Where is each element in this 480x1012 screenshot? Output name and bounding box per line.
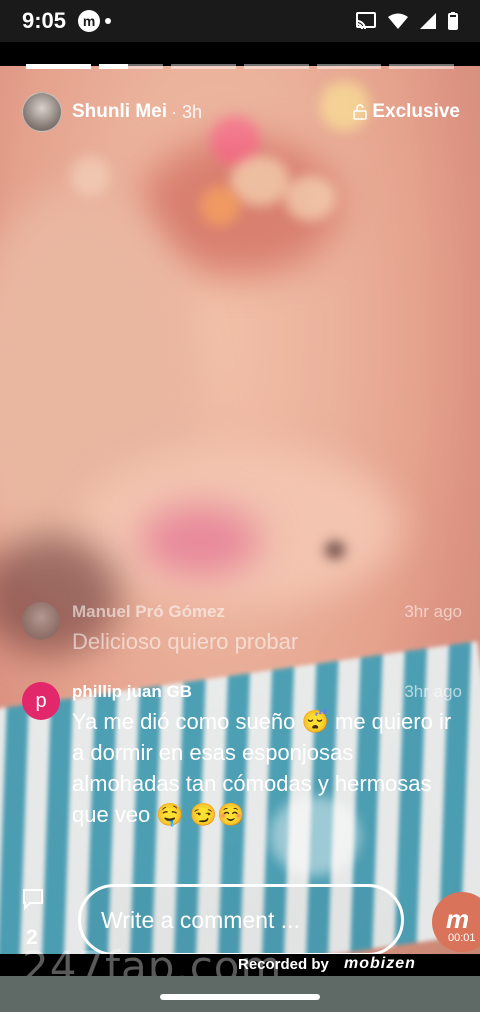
progress-segment — [26, 64, 91, 69]
comment-text: Delicioso quiero probar — [72, 629, 299, 654]
status-time: 9:05 — [22, 8, 67, 33]
recorder-brand: mobizen — [344, 955, 416, 972]
comment-bubble-icon[interactable] — [22, 888, 44, 910]
status-bar: 9:05 m — [0, 0, 480, 42]
notification-dot-icon — [105, 18, 112, 24]
recording-time: 00:01 — [448, 932, 476, 944]
exclusive-label: Exclusive — [372, 101, 460, 122]
signal-icon — [420, 13, 436, 29]
cast-icon — [356, 12, 376, 30]
top-letterbox — [0, 42, 480, 66]
commenter-name[interactable]: phillip juan GB — [72, 682, 192, 702]
bokeh-light — [285, 176, 335, 221]
story-header: Shunli Mei · 3h Exclusive — [22, 92, 460, 132]
avatar-letter: p — [35, 689, 47, 712]
navigation-bar — [0, 976, 480, 1012]
exclusive-badge: Exclusive — [353, 101, 460, 123]
mobizen-notification-icon: m — [78, 10, 101, 32]
comment-item: Manuel Pró Gómez 3hr ago Delicioso quier… — [22, 602, 462, 657]
bokeh-light — [70, 156, 110, 196]
progress-segment — [98, 64, 164, 69]
recorder-logo-letter: m — [446, 904, 470, 934]
author-name[interactable]: Shunli Mei — [72, 101, 167, 123]
author-avatar[interactable] — [22, 92, 62, 132]
story-progress — [26, 64, 455, 69]
battery-icon — [448, 12, 458, 30]
bokeh-light — [200, 186, 240, 226]
commenter-avatar[interactable] — [22, 602, 60, 640]
recorded-by-label: Recorded by — [238, 956, 329, 973]
comment-item: p phillip juan GB 3hr ago Ya me dió como… — [22, 682, 462, 830]
wifi-icon — [388, 13, 408, 29]
progress-segment — [244, 64, 309, 69]
comment-text: Ya me dió como sueño 😴 me quiero ir a do… — [72, 709, 452, 827]
bokeh-light — [230, 156, 290, 206]
status-icons — [356, 12, 458, 30]
piercing-dark-spot — [325, 541, 345, 559]
blur-shape — [140, 506, 260, 576]
progress-segment — [389, 64, 455, 69]
commenter-name[interactable]: Manuel Pró Gómez — [72, 602, 225, 622]
post-time: · 3h — [171, 101, 203, 122]
comment-time: 3hr ago — [404, 682, 462, 701]
progress-segment — [171, 64, 237, 69]
lock-icon — [353, 104, 368, 120]
home-gesture-handle[interactable] — [160, 994, 320, 1000]
progress-segment — [316, 64, 382, 69]
comment-time: 3hr ago — [404, 602, 462, 621]
commenter-avatar[interactable]: p — [22, 682, 60, 720]
